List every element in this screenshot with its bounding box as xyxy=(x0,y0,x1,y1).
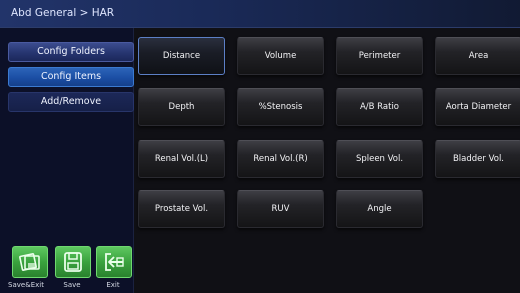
sidebar: Config Folders Config Items Add/Remove S… xyxy=(0,28,134,293)
measure-item-spleen-vol[interactable]: Spleen Vol. xyxy=(336,140,423,178)
measure-item-volume[interactable]: Volume xyxy=(237,37,324,75)
measure-item-area[interactable]: Area xyxy=(435,37,520,75)
measure-item-stenosis[interactable]: %Stenosis xyxy=(237,88,324,126)
measure-item-bladder-vol[interactable]: Bladder Vol. xyxy=(435,140,520,178)
exit-label: Exit xyxy=(106,281,120,289)
sidebar-item-add-remove[interactable]: Add/Remove xyxy=(8,92,134,112)
save-exit-icon xyxy=(19,253,40,271)
measure-item-ruv[interactable]: RUV xyxy=(237,190,324,228)
measure-item-depth[interactable]: Depth xyxy=(138,88,225,126)
measurement-item-grid: Distance Volume Perimeter Area Depth %St… xyxy=(136,37,520,293)
save-button[interactable] xyxy=(55,246,91,278)
measure-item-distance[interactable]: Distance xyxy=(138,37,225,75)
measure-item-renal-vol-l[interactable]: Renal Vol.(L) xyxy=(138,140,225,178)
measure-item-renal-vol-r[interactable]: Renal Vol.(R) xyxy=(237,140,324,178)
title-bar: Abd General > HAR xyxy=(0,0,520,28)
exit-icon xyxy=(105,253,124,271)
measure-item-perimeter[interactable]: Perimeter xyxy=(336,37,423,75)
breadcrumb: Abd General > HAR xyxy=(11,7,115,19)
save-label: Save xyxy=(63,281,81,289)
exit-button[interactable] xyxy=(96,246,132,278)
save-icon xyxy=(64,252,82,272)
measure-item-aorta-diameter[interactable]: Aorta Diameter xyxy=(435,88,520,126)
save-exit-label: Save&Exit xyxy=(8,281,44,289)
save-exit-button[interactable] xyxy=(12,246,48,278)
measure-item-angle[interactable]: Angle xyxy=(336,190,423,228)
measure-item-prostate-vol[interactable]: Prostate Vol. xyxy=(138,190,225,228)
measure-item-ab-ratio[interactable]: A/B Ratio xyxy=(336,88,423,126)
sidebar-item-config-folders[interactable]: Config Folders xyxy=(8,42,134,62)
sidebar-item-config-items[interactable]: Config Items xyxy=(8,67,134,87)
